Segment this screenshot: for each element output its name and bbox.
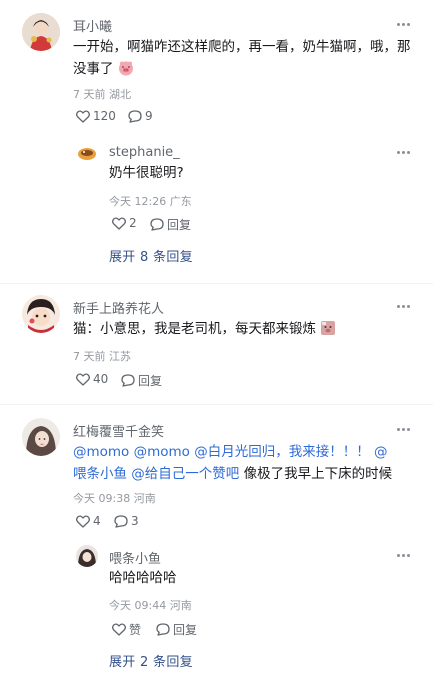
comment-meta: 今天 09:38 河南 — [73, 490, 156, 506]
reply-username[interactable]: 喂条小鱼 — [109, 548, 161, 567]
reply-button[interactable]: 3 — [114, 514, 139, 528]
reply-meta: 今天 09:44 河南 — [109, 597, 192, 613]
comment-bubble-icon — [156, 623, 170, 636]
like-count: 4 — [93, 514, 101, 528]
reply-button[interactable]: 回复 — [156, 621, 197, 638]
avatar[interactable] — [22, 13, 60, 51]
reply-button[interactable]: 回复 — [150, 216, 191, 233]
avatar[interactable] — [22, 418, 60, 456]
comment-text: 一开始，啊猫咋还这样爬的，再一看，奶牛猫啊，哦，那没事了 — [73, 36, 413, 83]
comment-location: 河南 — [133, 492, 156, 505]
reply-count: 3 — [131, 514, 139, 528]
comment-text: @momo @momo @白月光回归，我来接！！！ @ 喂条小鱼 @给自己一个赞吧… — [73, 441, 413, 485]
reply-time: 今天 09:44 — [109, 599, 167, 612]
comment-text-body: 像极了我早上下床的时候 — [239, 466, 393, 482]
like-label: 赞 — [129, 623, 142, 637]
comment-time: 今天 09:38 — [73, 492, 131, 505]
heart-icon — [76, 109, 90, 123]
mention-link[interactable]: @momo @momo @白月光回归，我来接！！！ @ — [73, 444, 388, 460]
divider — [0, 283, 433, 284]
pig-face-emoji — [118, 60, 134, 83]
like-button[interactable]: 4 — [76, 514, 101, 528]
more-options-icon[interactable] — [395, 17, 411, 31]
like-button[interactable]: 40 — [76, 372, 108, 386]
reply-location: 河南 — [169, 599, 192, 612]
comment-meta: 7 天前 湖北 — [73, 86, 131, 102]
comment-bubble-icon — [128, 109, 142, 123]
heart-icon — [112, 623, 126, 636]
comment-username[interactable]: 耳小曦 — [73, 16, 112, 35]
reply-text: 哈哈哈哈哈 — [109, 570, 177, 586]
comment-username[interactable]: 新手上路养花人 — [73, 298, 164, 317]
reply-username[interactable]: stephanie_ — [109, 145, 180, 160]
more-options-icon[interactable] — [395, 422, 411, 436]
avatar[interactable] — [76, 545, 98, 567]
like-button[interactable]: 赞 — [112, 621, 141, 638]
comment-location: 湖北 — [109, 88, 131, 101]
reply-label: 回复 — [138, 374, 163, 388]
comment-time: 7 天前 — [73, 88, 106, 101]
more-options-icon[interactable] — [395, 548, 411, 562]
comment-text: 猫：小意思，我是老司机，每天都来锻炼 — [73, 318, 413, 343]
reply-text: 奶牛很聪明? — [109, 165, 184, 181]
mention-link[interactable]: @给自己一个赞吧 — [127, 466, 239, 482]
avatar[interactable] — [76, 142, 98, 164]
heart-icon — [76, 514, 90, 528]
reply-button[interactable]: 9 — [128, 109, 153, 123]
comment-time: 7 天前 — [73, 350, 106, 363]
comment-location: 江苏 — [109, 350, 131, 363]
heart-icon — [76, 372, 90, 386]
comment-meta: 7 天前 江苏 — [73, 348, 131, 364]
reply-count: 9 — [145, 109, 153, 123]
reply-button[interactable]: 回复 — [121, 372, 162, 389]
heart-icon — [112, 216, 126, 230]
comment-bubble-icon — [121, 374, 135, 387]
pig-sticker-emoji — [320, 320, 336, 343]
like-count: 2 — [129, 216, 137, 230]
comment-username[interactable]: 红梅覆雪千金笑 — [73, 421, 164, 440]
like-count: 120 — [93, 109, 116, 123]
expand-replies-link[interactable]: 展开 2 条回复 — [109, 651, 193, 670]
like-button[interactable]: 2 — [112, 216, 137, 230]
reply-label: 回复 — [173, 623, 198, 637]
more-options-icon[interactable] — [395, 299, 411, 313]
like-button[interactable]: 120 — [76, 109, 116, 123]
comment-bubble-icon — [150, 218, 164, 231]
reply-location: 广东 — [169, 195, 192, 208]
reply-time: 今天 12:26 — [109, 195, 167, 208]
avatar[interactable] — [22, 295, 60, 333]
mention-link[interactable]: 喂条小鱼 — [73, 466, 127, 482]
divider — [0, 404, 433, 405]
expand-replies-link[interactable]: 展开 8 条回复 — [109, 246, 193, 265]
comment-bubble-icon — [114, 514, 128, 528]
reply-label: 回复 — [167, 218, 192, 232]
comment-text-body: 猫：小意思，我是老司机，每天都来锻炼 — [73, 321, 316, 337]
like-count: 40 — [93, 372, 109, 386]
more-options-icon[interactable] — [395, 145, 411, 159]
reply-meta: 今天 12:26 广东 — [109, 193, 192, 209]
